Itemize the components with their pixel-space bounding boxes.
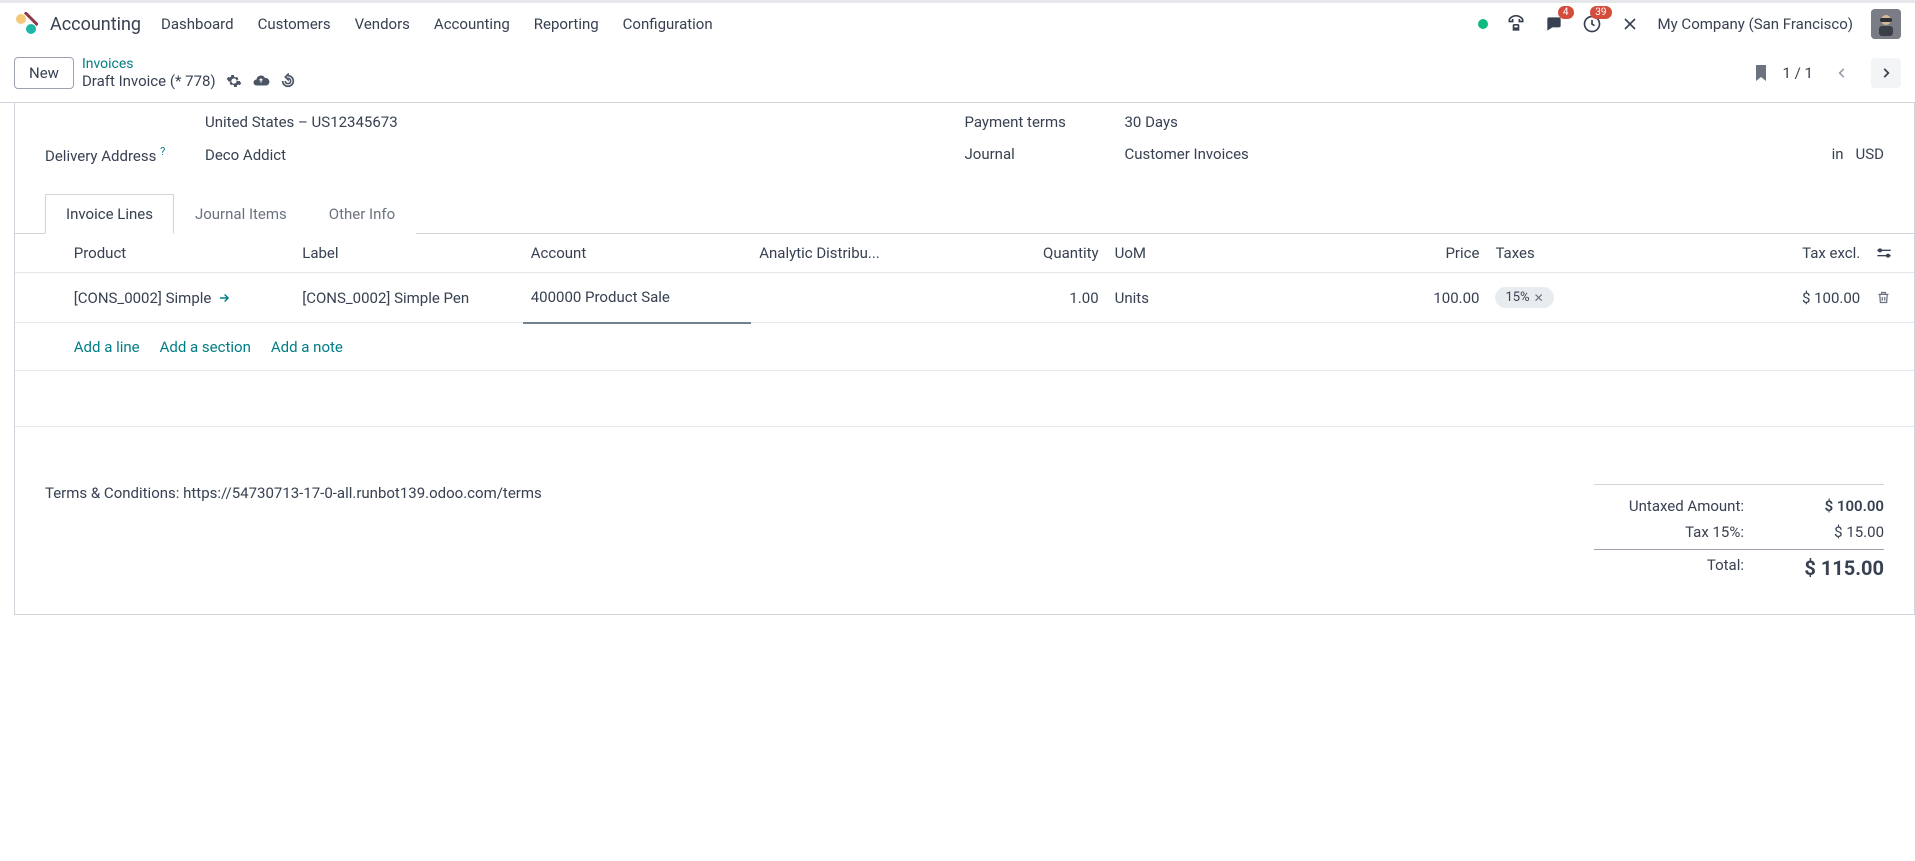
form-sheet: United States – US12345673 Delivery Addr… bbox=[14, 103, 1915, 615]
line-analytic[interactable] bbox=[751, 273, 954, 323]
app-title[interactable]: Accounting bbox=[50, 14, 141, 35]
untaxed-label: Untaxed Amount: bbox=[1594, 497, 1744, 515]
pager-next-icon[interactable] bbox=[1871, 58, 1901, 88]
new-button[interactable]: New bbox=[14, 57, 74, 89]
help-icon[interactable]: ? bbox=[160, 145, 165, 158]
breadcrumb-title: Draft Invoice (* 778) bbox=[82, 72, 216, 90]
col-analytic[interactable]: Analytic Distribu... bbox=[751, 234, 954, 273]
totals: Untaxed Amount: $ 100.00 Tax 15%: $ 15.0… bbox=[1594, 484, 1884, 584]
untaxed-amount: $ 100.00 bbox=[1774, 497, 1884, 515]
nav-right: 4 39 My Company (San Francisco) bbox=[1478, 9, 1901, 39]
col-account[interactable]: Account bbox=[523, 234, 751, 273]
country-vat: United States – US12345673 bbox=[205, 113, 398, 131]
tax-label: Tax 15%: bbox=[1594, 523, 1744, 541]
line-price[interactable]: 100.00 bbox=[1234, 273, 1488, 323]
app-logo[interactable] bbox=[14, 12, 38, 36]
col-label[interactable]: Label bbox=[294, 234, 522, 273]
total-amount: $ 115.00 bbox=[1774, 556, 1884, 580]
product-open-icon[interactable] bbox=[217, 291, 231, 305]
add-line-link[interactable]: Add a line bbox=[74, 338, 140, 356]
nav-customers[interactable]: Customers bbox=[258, 15, 331, 33]
breadcrumb: Invoices Draft Invoice (* 778) bbox=[82, 56, 296, 90]
spacer-row bbox=[15, 426, 1914, 468]
payment-terms-label: Payment terms bbox=[965, 113, 1125, 131]
bookmark-icon[interactable] bbox=[1753, 63, 1769, 83]
delivery-address-value[interactable]: Deco Addict bbox=[205, 146, 286, 164]
spacer-row bbox=[15, 370, 1914, 426]
total-label: Total: bbox=[1594, 556, 1744, 580]
col-quantity[interactable]: Quantity bbox=[954, 234, 1106, 273]
account-input[interactable] bbox=[531, 288, 743, 306]
pager: 1 / 1 bbox=[1753, 58, 1902, 88]
journal-value[interactable]: Customer Invoices bbox=[1125, 145, 1249, 163]
gear-icon[interactable] bbox=[226, 73, 242, 89]
tools-icon[interactable] bbox=[1620, 14, 1640, 34]
tax-amount: $ 15.00 bbox=[1774, 523, 1884, 541]
delete-line-icon[interactable] bbox=[1876, 290, 1906, 305]
terms-text[interactable]: Terms & Conditions: https://54730713-17-… bbox=[45, 484, 1594, 584]
nav-dashboard[interactable]: Dashboard bbox=[161, 15, 234, 33]
voip-icon[interactable] bbox=[1506, 14, 1526, 34]
column-options-icon[interactable] bbox=[1868, 234, 1914, 273]
navbar: Accounting Dashboard Customers Vendors A… bbox=[0, 0, 1915, 46]
nav-reporting[interactable]: Reporting bbox=[534, 15, 599, 33]
payment-terms-value[interactable]: 30 Days bbox=[1125, 113, 1178, 131]
tab-invoice-lines[interactable]: Invoice Lines bbox=[45, 194, 174, 234]
messages-badge: 4 bbox=[1558, 6, 1574, 19]
col-taxes[interactable]: Taxes bbox=[1487, 234, 1665, 273]
messages-icon[interactable]: 4 bbox=[1544, 14, 1564, 34]
cloud-save-icon[interactable] bbox=[252, 72, 270, 90]
line-uom[interactable]: Units bbox=[1107, 273, 1234, 323]
activities-badge: 39 bbox=[1590, 6, 1611, 19]
content: United States – US12345673 Delivery Addr… bbox=[0, 103, 1915, 615]
col-product[interactable]: Product bbox=[66, 234, 294, 273]
add-note-link[interactable]: Add a note bbox=[271, 338, 343, 356]
tab-other-info[interactable]: Other Info bbox=[308, 194, 416, 234]
pager-text[interactable]: 1 / 1 bbox=[1783, 64, 1814, 82]
table-row[interactable]: [CONS_0002] Simple [CONS_0002] Simple Pe… bbox=[15, 273, 1914, 323]
discard-icon[interactable] bbox=[280, 73, 296, 89]
tax-tag[interactable]: 15% ✕ bbox=[1495, 287, 1553, 308]
company-selector[interactable]: My Company (San Francisco) bbox=[1658, 15, 1853, 33]
add-row: Add a line Add a section Add a note bbox=[15, 323, 1914, 371]
form-header-fields: United States – US12345673 Delivery Addr… bbox=[15, 103, 1914, 193]
tab-journal-items[interactable]: Journal Items bbox=[174, 194, 308, 234]
invoice-lines-table: Product Label Account Analytic Distribu.… bbox=[15, 234, 1914, 468]
nav-vendors[interactable]: Vendors bbox=[355, 15, 410, 33]
tax-tag-label: 15% bbox=[1505, 290, 1529, 305]
add-section-link[interactable]: Add a section bbox=[160, 338, 251, 356]
tax-remove-icon[interactable]: ✕ bbox=[1534, 291, 1544, 305]
nav-configuration[interactable]: Configuration bbox=[623, 15, 713, 33]
col-tax-excl[interactable]: Tax excl. bbox=[1665, 234, 1868, 273]
line-product[interactable]: [CONS_0002] Simple bbox=[74, 289, 212, 307]
journal-in: in bbox=[1832, 145, 1844, 163]
form-footer: Terms & Conditions: https://54730713-17-… bbox=[15, 468, 1914, 614]
journal-currency[interactable]: USD bbox=[1856, 145, 1884, 163]
action-bar: New Invoices Draft Invoice (* 778) 1 / 1 bbox=[0, 46, 1915, 103]
nav-links: Dashboard Customers Vendors Accounting R… bbox=[161, 15, 713, 33]
line-tax-excl: $ 100.00 bbox=[1665, 273, 1868, 323]
nav-accounting[interactable]: Accounting bbox=[434, 15, 510, 33]
tabs: Invoice Lines Journal Items Other Info bbox=[15, 193, 1914, 234]
avatar[interactable] bbox=[1871, 9, 1901, 39]
breadcrumb-link[interactable]: Invoices bbox=[82, 56, 296, 72]
line-quantity[interactable]: 1.00 bbox=[954, 273, 1106, 323]
col-price[interactable]: Price bbox=[1234, 234, 1488, 273]
col-uom[interactable]: UoM bbox=[1107, 234, 1234, 273]
connection-status-icon bbox=[1478, 19, 1488, 29]
pager-prev-icon[interactable] bbox=[1827, 58, 1857, 88]
delivery-address-label: Delivery Address ? bbox=[45, 145, 205, 165]
line-label[interactable]: [CONS_0002] Simple Pen bbox=[294, 273, 522, 323]
journal-label: Journal bbox=[965, 145, 1125, 163]
activities-icon[interactable]: 39 bbox=[1582, 14, 1602, 34]
